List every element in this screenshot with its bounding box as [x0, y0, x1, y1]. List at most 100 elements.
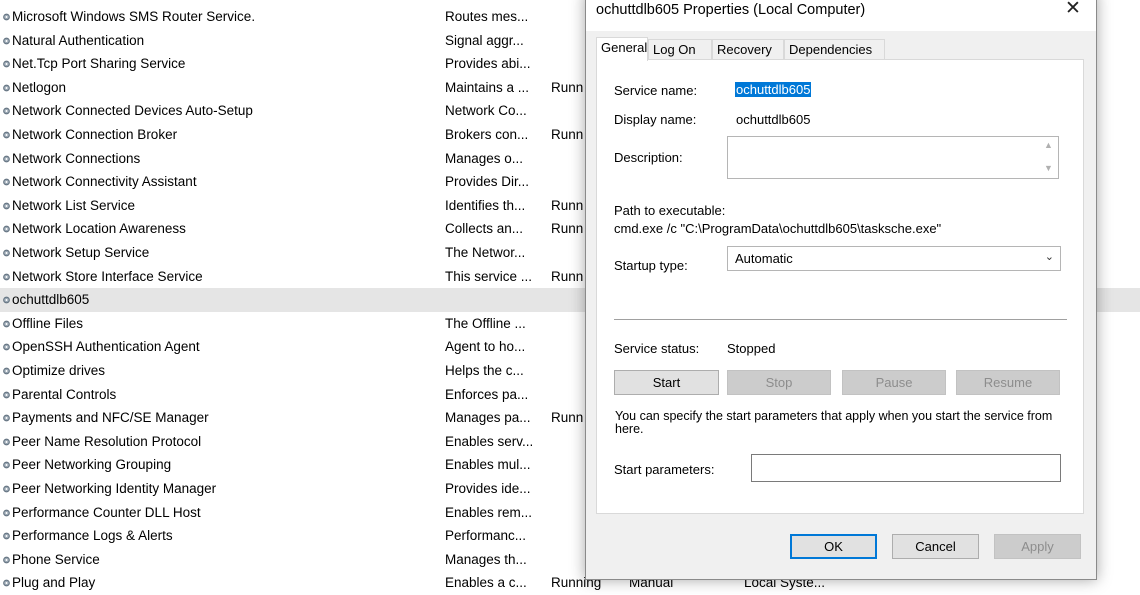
service-name: Net.Tcp Port Sharing Service	[12, 56, 186, 72]
gear-icon	[3, 226, 10, 233]
service-name-label: Service name:	[614, 83, 698, 98]
gear-icon	[3, 509, 10, 516]
tab-recovery[interactable]: Recovery	[712, 39, 784, 59]
gear-icon	[3, 131, 10, 139]
service-name: ochuttdlb605	[12, 292, 90, 308]
stop-button[interactable]: Stop	[727, 370, 831, 395]
service-name: Network Store Interface Service	[12, 268, 203, 284]
service-description: Maintains a ...	[445, 79, 530, 95]
scroll-down-icon[interactable]: ▼	[1044, 163, 1053, 173]
service-name: Natural Authentication	[12, 32, 145, 48]
resume-button[interactable]: Resume	[956, 370, 1060, 395]
tab-log-on[interactable]: Log On	[648, 39, 712, 59]
cancel-button[interactable]: Cancel	[892, 534, 979, 559]
service-name: Parental Controls	[12, 386, 117, 402]
dialog-titlebar[interactable]: ochuttdlb605 Properties (Local Computer)…	[586, 0, 1096, 31]
service-description: Manages pa...	[445, 410, 531, 426]
service-name: Network Connectivity Assistant	[12, 174, 197, 190]
gear-icon	[3, 344, 10, 351]
description-field[interactable]: ▲ ▼	[727, 136, 1059, 179]
service-description: Routes mes...	[445, 9, 529, 24]
service-name: Microsoft Windows SMS Router Service.	[12, 9, 256, 24]
service-status: Runn	[551, 197, 584, 213]
service-description: Manages th...	[445, 551, 527, 567]
scroll-up-icon[interactable]: ▲	[1044, 140, 1053, 150]
gear-icon	[3, 462, 10, 469]
display-name-value: ochuttdlb605	[736, 112, 811, 127]
path-label: Path to executable:	[614, 203, 726, 218]
service-description: This service ...	[445, 268, 533, 284]
service-status: Runn	[551, 221, 584, 237]
service-description: Agent to ho...	[445, 339, 526, 355]
general-tab-panel: Service name: ochuttdlb605 Display name:…	[596, 59, 1084, 514]
service-description: Provides abi...	[445, 56, 531, 72]
apply-button[interactable]: Apply	[994, 534, 1081, 559]
service-description: Provides ide...	[445, 481, 531, 496]
service-description: Identifies th...	[445, 197, 526, 213]
service-status: Runn	[551, 268, 584, 284]
start-params-hint: You can specify the start parameters tha…	[615, 409, 1053, 436]
service-name: Network Setup Service	[12, 245, 150, 260]
service-description: Helps the c...	[445, 363, 524, 378]
gear-icon	[3, 485, 10, 493]
close-icon[interactable]: ✕	[1050, 0, 1096, 25]
service-name: Peer Networking Grouping	[12, 457, 172, 473]
gear-icon	[3, 202, 10, 210]
service-name: Network Connection Broker	[12, 127, 178, 142]
gear-icon	[3, 178, 10, 186]
service-status: Runn	[551, 410, 584, 426]
gear-icon	[3, 556, 10, 564]
service-description: Enables rem...	[445, 504, 533, 520]
gear-icon	[3, 438, 10, 446]
service-description: Network Co...	[445, 103, 527, 119]
service-description: Brokers con...	[445, 127, 529, 142]
service-status: Runn	[551, 127, 584, 142]
description-scrollbar[interactable]: ▲ ▼	[1041, 137, 1058, 178]
gear-icon	[3, 532, 10, 540]
service-name: OpenSSH Authentication Agent	[12, 339, 200, 355]
service-name: Performance Counter DLL Host	[12, 504, 201, 520]
tab-general[interactable]: General	[596, 37, 648, 61]
pause-button[interactable]: Pause	[842, 370, 946, 395]
service-description: Collects an...	[445, 221, 524, 237]
service-description: Performanc...	[445, 528, 527, 544]
gear-icon	[3, 273, 10, 280]
gear-icon	[3, 320, 10, 328]
startup-type-value: Automatic	[735, 251, 793, 266]
service-description: Enables a c...	[445, 575, 527, 591]
dialog-title: ochuttdlb605 Properties (Local Computer)	[596, 2, 866, 18]
start-button[interactable]: Start	[614, 370, 719, 395]
gear-icon	[3, 580, 10, 587]
startup-type-select[interactable]: Automatic ⌄	[727, 246, 1061, 271]
service-status-label: Service status:	[614, 341, 700, 356]
service-name: Phone Service	[12, 551, 100, 567]
service-description: Enables mul...	[445, 457, 531, 473]
service-properties-dialog: ochuttdlb605 Properties (Local Computer)…	[585, 0, 1097, 580]
divider	[614, 319, 1067, 320]
gear-icon	[3, 249, 10, 257]
gear-icon	[3, 367, 10, 375]
service-description: Provides Dir...	[445, 174, 530, 190]
chevron-down-icon: ⌄	[1044, 251, 1054, 263]
gear-icon	[3, 296, 10, 304]
start-parameters-input[interactable]	[751, 454, 1061, 482]
service-name: Netlogon	[12, 79, 67, 95]
gear-icon	[3, 13, 10, 21]
service-description: Enforces pa...	[445, 386, 529, 402]
service-name-value[interactable]: ochuttdlb605	[735, 82, 812, 97]
ok-button[interactable]: OK	[790, 534, 877, 559]
service-name: Peer Networking Identity Manager	[12, 481, 217, 496]
gear-icon	[3, 391, 10, 398]
gear-icon	[3, 60, 10, 68]
display-name-label: Display name:	[614, 112, 697, 127]
service-name: Network Connected Devices Auto-Setup	[12, 103, 253, 119]
start-parameters-label: Start parameters:	[614, 462, 715, 477]
service-description: Enables serv...	[445, 433, 534, 449]
service-name: Optimize drives	[12, 363, 106, 378]
service-name: Payments and NFC/SE Manager	[12, 410, 209, 426]
gear-icon	[3, 414, 10, 422]
gear-icon	[3, 155, 10, 162]
service-name: Network Connections	[12, 150, 141, 166]
service-description: Signal aggr...	[445, 32, 524, 48]
tab-dependencies[interactable]: Dependencies	[784, 39, 885, 59]
